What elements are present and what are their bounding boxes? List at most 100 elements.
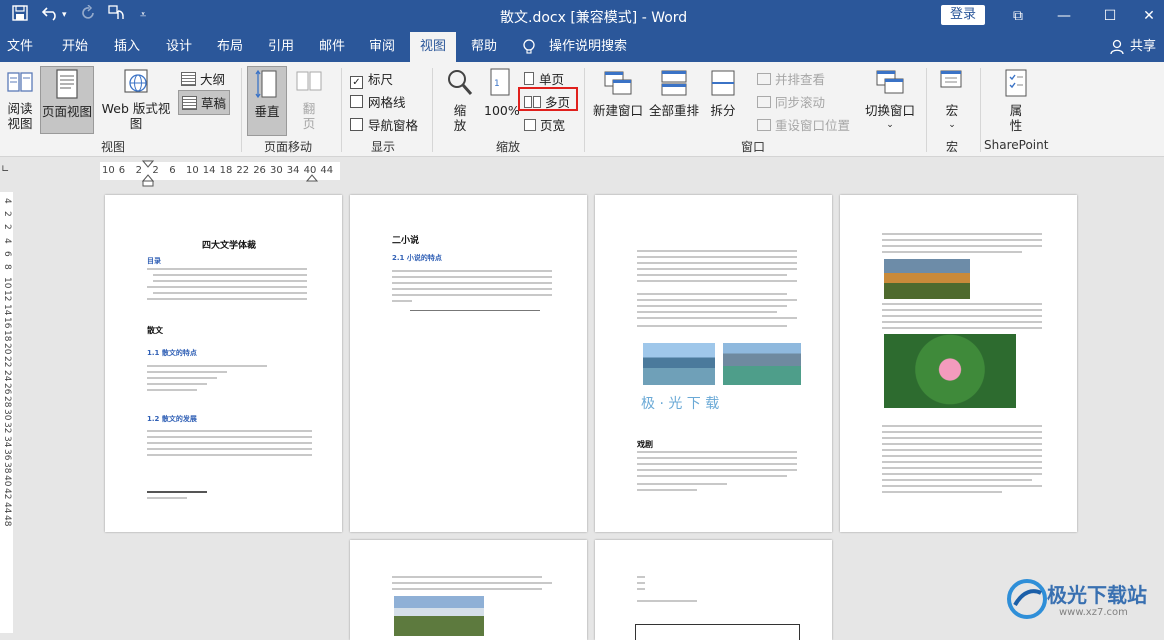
- arrange-all-button[interactable]: 全部重排: [648, 68, 700, 118]
- view-side-by-side-button[interactable]: 并排查看: [757, 69, 825, 88]
- new-window-label: 新建窗口: [592, 103, 643, 118]
- views-group-label: 视图: [101, 140, 126, 154]
- checkbox-icon: [350, 95, 363, 108]
- tab-help[interactable]: 帮助: [463, 32, 505, 62]
- document-page[interactable]: 极 · 光 下 载 戏剧: [595, 195, 832, 532]
- document-page[interactable]: [595, 540, 832, 640]
- tab-view[interactable]: 视图: [410, 32, 456, 62]
- title-bar: ▾ ⩡ 散文.docx [兼容模式] - Word 登录 ⧉ — ☐ ✕: [0, 0, 1164, 32]
- side-to-side-button[interactable]: 翻 页: [294, 68, 324, 131]
- ruler-tick-label: 42: [2, 488, 12, 500]
- text-box: [635, 624, 800, 640]
- document-page[interactable]: 二小说 2.1 小说的特点: [350, 195, 587, 532]
- share-person-icon[interactable]: [1110, 39, 1124, 59]
- login-button[interactable]: 登录: [941, 5, 985, 25]
- tab-home[interactable]: 开始: [55, 32, 95, 62]
- web-layout-button[interactable]: Web 版式视图: [96, 68, 176, 131]
- sharepoint-group-label: SharePoint: [984, 138, 1049, 152]
- page-100-icon: 1: [484, 68, 518, 101]
- outline-label: 大纲: [200, 72, 226, 87]
- globe-icon: [96, 68, 176, 99]
- ruler-tick-label: 10: [186, 165, 199, 176]
- page-width-button[interactable]: 页宽: [524, 115, 565, 134]
- ruler-tick-label: 48: [2, 514, 12, 527]
- nav-pane-label: 导航窗格: [368, 118, 419, 133]
- undo-icon[interactable]: [41, 5, 60, 25]
- side-to-side-label: 翻 页: [302, 101, 316, 131]
- zoom-100-button[interactable]: 1 100%: [484, 68, 520, 118]
- share-button[interactable]: 共享: [1128, 32, 1158, 62]
- divider: [584, 68, 585, 152]
- zoom-group-label: 缩放: [496, 140, 521, 154]
- document-page[interactable]: [840, 195, 1077, 532]
- one-page-label: 单页: [539, 72, 565, 87]
- checkbox-icon: [350, 118, 363, 131]
- ruler-tick-label: 6: [2, 250, 12, 257]
- reset-window-button[interactable]: 重设窗口位置: [757, 115, 850, 134]
- properties-button[interactable]: 属 性: [998, 68, 1034, 133]
- ruler-tick-label: 16: [2, 316, 12, 329]
- view-side-by-side-label: 并排查看: [775, 72, 826, 87]
- vertical-button[interactable]: 垂直: [247, 66, 287, 136]
- touch-mode-icon[interactable]: [108, 5, 126, 25]
- ruler-tick-label: 34: [286, 165, 300, 176]
- autumn-landscape-photo: [884, 259, 970, 299]
- tell-me-search[interactable]: 操作说明搜索: [548, 32, 628, 62]
- document-page[interactable]: [350, 540, 587, 640]
- nav-pane-checkbox[interactable]: 导航窗格: [350, 115, 418, 134]
- tab-mailings[interactable]: 邮件: [312, 32, 352, 62]
- outline-icon: [181, 72, 196, 86]
- heading-2: 1.1 散文的特点: [147, 349, 197, 357]
- right-indent-icon[interactable]: [305, 168, 319, 187]
- close-button[interactable]: ✕: [1126, 4, 1164, 28]
- tab-references[interactable]: 引用: [261, 32, 301, 62]
- save-icon[interactable]: [12, 5, 28, 25]
- ruler-tick-label: 18: [2, 330, 12, 342]
- ruler-checkbox[interactable]: ✓ 标尺: [350, 69, 393, 89]
- gridlines-checkbox[interactable]: 网格线: [350, 92, 406, 111]
- split-button[interactable]: 拆分: [706, 68, 740, 118]
- switch-windows-button[interactable]: 切换窗口 ⌄: [862, 68, 918, 133]
- horizontal-ruler[interactable]: 10 6 2 2 6 10 14 18 22 26 30 34 40 44: [100, 162, 340, 180]
- one-page-button[interactable]: 单页: [524, 69, 564, 88]
- customize-icon[interactable]: ⩡: [140, 8, 146, 22]
- undo-dropdown-icon[interactable]: ▾: [62, 10, 67, 20]
- draft-button[interactable]: 草稿: [178, 90, 231, 115]
- watermark-logo: 极光下载站 www.xz7.com: [1005, 575, 1164, 625]
- web-layout-label: Web 版式视图: [101, 101, 171, 131]
- tab-file[interactable]: 文件: [0, 32, 40, 62]
- print-layout-label: 页面视图: [41, 104, 92, 119]
- outline-button[interactable]: 大纲: [181, 69, 225, 88]
- redo-icon[interactable]: [80, 4, 96, 25]
- tab-review[interactable]: 审阅: [362, 32, 402, 62]
- document-page[interactable]: 四大文学体裁 目录 散文 1.1 散文的特点 1.2 散文的发展: [105, 195, 342, 532]
- ruler-tick-label: 22: [2, 356, 12, 368]
- tab-design[interactable]: 设计: [159, 32, 199, 62]
- chevron-down-icon: ⌄: [948, 120, 956, 130]
- indent-marker-icon[interactable]: [141, 160, 155, 192]
- ruler-tick-label: 14: [2, 303, 12, 316]
- ruler-tick-label: 6: [169, 165, 176, 176]
- tab-layout[interactable]: 布局: [210, 32, 250, 62]
- zoom-button[interactable]: 缩 放: [442, 68, 478, 133]
- mountain-lake-photo: [723, 343, 801, 385]
- new-window-icon: [592, 68, 644, 101]
- zoom-100-label: 100%: [484, 103, 520, 118]
- vertical-ruler[interactable]: 4 2 2 4 6 8 10 12 14 16 18 20 22 24 26 28 30 32 34 36 38 40 42…: [0, 192, 13, 633]
- macros-button[interactable]: 宏 ⌄: [934, 68, 970, 133]
- ruler-tick-label: 18: [219, 165, 233, 176]
- minimize-button[interactable]: —: [1041, 4, 1087, 28]
- divider: [980, 68, 981, 152]
- tab-insert[interactable]: 插入: [107, 32, 147, 62]
- tab-selector-icon[interactable]: ∟: [1, 164, 9, 175]
- print-layout-button[interactable]: 页面视图: [40, 66, 94, 134]
- sync-scroll-button[interactable]: 同步滚动: [757, 92, 825, 111]
- ribbon-display-icon[interactable]: ⧉: [995, 4, 1041, 28]
- caption-text: 极 · 光 下 载: [641, 396, 720, 412]
- heading-2: 1.2 散文的发展: [147, 415, 197, 423]
- heading-1: 散文: [147, 326, 163, 335]
- book-icon: [4, 68, 36, 99]
- read-mode-button[interactable]: 阅读 视图: [4, 68, 36, 131]
- new-window-button[interactable]: 新建窗口: [592, 68, 644, 118]
- heading-1: 二小说: [392, 236, 420, 246]
